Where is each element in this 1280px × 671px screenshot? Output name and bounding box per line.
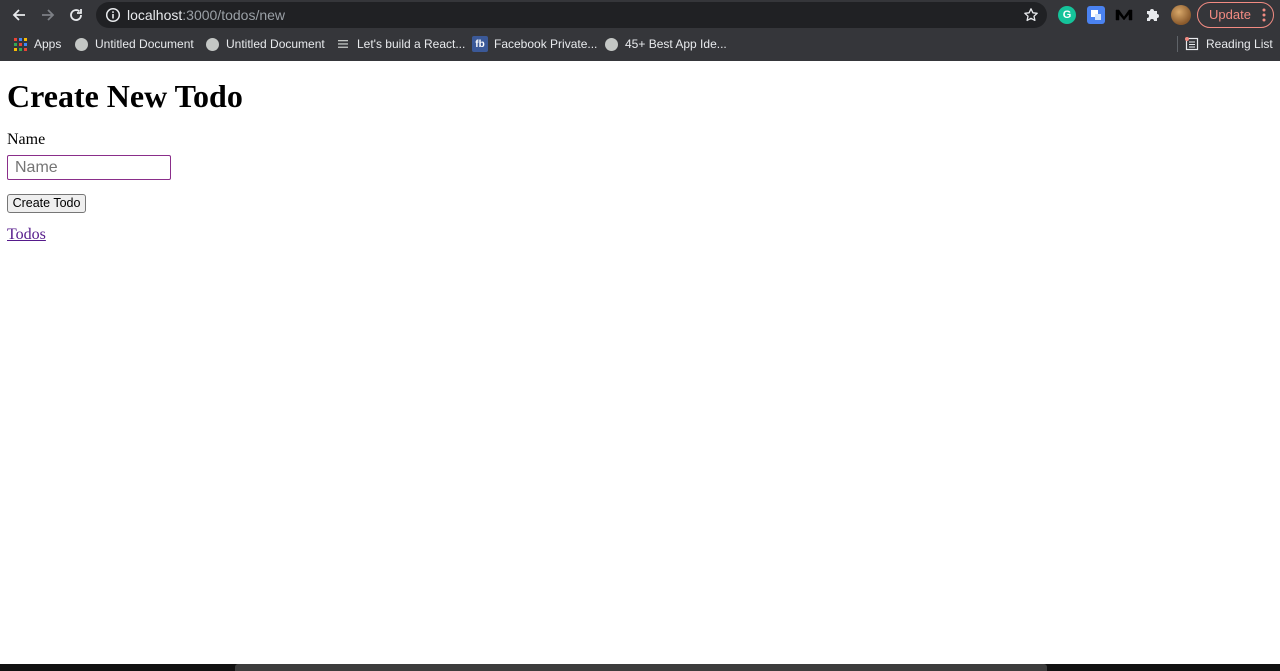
reading-list-button[interactable]: Reading List [1184, 34, 1273, 54]
medium-extension-icon[interactable] [1115, 6, 1133, 24]
bookmark-app-ideas[interactable]: 45+ Best App Ide... [603, 34, 727, 54]
address-bar[interactable]: localhost:3000/todos/new [96, 2, 1047, 28]
bookmark-untitled-document-1[interactable]: Untitled Document [73, 34, 194, 54]
bookmark-apps[interactable]: Apps [12, 34, 61, 54]
bookmark-label: Untitled Document [95, 37, 194, 51]
site-info-icon[interactable] [105, 7, 121, 23]
globe-icon [603, 36, 619, 52]
fb-letters: fb [472, 36, 488, 52]
reading-list-icon [1184, 36, 1200, 52]
medium-logo-icon [1115, 9, 1133, 21]
forward-arrow-icon [42, 9, 55, 21]
reload-button[interactable] [64, 3, 88, 27]
back-button[interactable] [7, 3, 31, 27]
bookmark-star-icon[interactable] [1023, 7, 1039, 23]
name-label: Name [7, 131, 46, 148]
profile-avatar[interactable] [1171, 5, 1191, 25]
fb-icon: fb [472, 36, 488, 52]
bookmarks-bar: Apps Untitled Document Untitled Document… [0, 30, 1280, 58]
bookmark-label: Apps [34, 37, 62, 51]
grammarly-letter: G [1062, 9, 1072, 21]
dock-bar [235, 664, 1047, 671]
globe-icon [204, 36, 220, 52]
url-host: localhost [127, 7, 183, 23]
browser-toolbar: localhost:3000/todos/new G Update [0, 0, 1280, 30]
bookmarks-divider [1177, 36, 1178, 52]
menu-lines-icon [335, 36, 351, 52]
create-todo-button[interactable]: Create Todo [7, 194, 86, 213]
reading-list-label: Reading List [1206, 37, 1273, 51]
grammarly-extension-icon[interactable]: G [1058, 6, 1076, 24]
globe-icon [73, 36, 89, 52]
bookmark-react[interactable]: Let's build a React... [335, 34, 465, 54]
bookmark-label: 45+ Best App Ide... [625, 37, 727, 51]
translate-glyph-icon [1091, 10, 1101, 20]
bookmark-label: Untitled Document [226, 37, 325, 51]
url-path: :3000/todos/new [182, 7, 286, 23]
bookmark-untitled-document-2[interactable]: Untitled Document [204, 34, 325, 54]
page-title: Create New Todo [7, 78, 243, 114]
extensions-puzzle-icon[interactable] [1143, 6, 1161, 24]
more-menu-icon [1262, 8, 1266, 22]
todos-link[interactable]: Todos [7, 226, 46, 244]
forward-button[interactable] [36, 3, 60, 27]
update-label: Update [1209, 7, 1251, 22]
address-url[interactable]: localhost:3000/todos/new [127, 2, 285, 28]
translate-extension-icon[interactable] [1087, 6, 1105, 24]
reload-icon [70, 9, 82, 21]
bookmark-facebook-private[interactable]: fb Facebook Private... [472, 34, 597, 54]
apps-grid-icon [12, 36, 28, 52]
back-arrow-icon [12, 9, 25, 21]
puzzle-icon [1147, 9, 1159, 21]
name-input[interactable] [7, 155, 171, 180]
bookmark-label: Let's build a React... [357, 37, 466, 51]
bookmark-label: Facebook Private... [494, 37, 598, 51]
browser-chrome: localhost:3000/todos/new G Update Apps U… [0, 0, 1280, 61]
update-button[interactable]: Update [1197, 2, 1274, 28]
